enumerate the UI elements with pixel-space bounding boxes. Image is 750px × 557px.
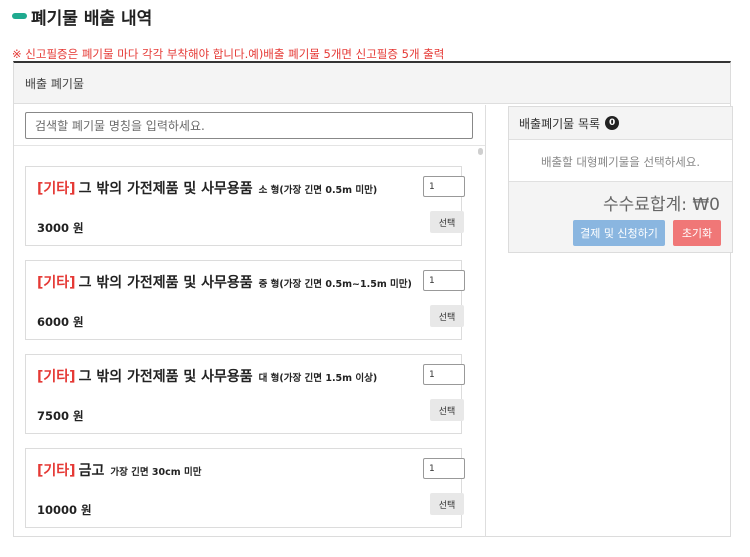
item-name: 그 밖의 가전제품 및 사무용품 [78,181,253,197]
item-title: [기타] 그 밖의 가전제품 및 사무용품 소 형(가장 긴면 0.5m 미만) [37,178,377,198]
search-bar [14,105,485,146]
notice-text: ※ 신고필증은 폐기물 마다 각각 부착해야 합니다.예)배출 폐기물 5개면 … [12,47,445,61]
title-marker-icon [12,13,27,19]
waste-item: [기타] 그 밖의 가전제품 및 사무용품 소 형(가장 긴면 0.5m 미만)… [25,166,465,246]
item-price: 7500 원 [37,409,84,423]
waste-panel: 배출 폐기물 [기타] 그 밖의 가전제품 및 사무용품 소 형(가장 긴면 0… [13,61,733,537]
item-title: [기타] 금고 가장 긴면 30cm 미만 [37,460,201,480]
waste-item: [기타] 금고 가장 긴면 30cm 미만 10000 원 선택 [25,448,465,528]
item-category: [기타] [37,181,76,197]
item-price: 10000 원 [37,503,92,517]
item-size: 중 형(가장 긴면 0.5m~1.5m 미만) [258,279,412,290]
item-title: [기타] 그 밖의 가전제품 및 사무용품 중 형(가장 긴면 0.5m~1.5… [37,272,412,292]
select-button[interactable]: 선택 [430,305,464,327]
item-price: 6000 원 [37,315,84,329]
quantity-input[interactable] [423,364,465,385]
cart-empty-message: 배출할 대형폐기물을 선택하세요. [509,140,732,182]
page-title-row: 폐기물 배출 내역 [12,4,153,29]
item-size: 가장 긴면 30cm 미만 [110,467,202,478]
page-title: 폐기물 배출 내역 [31,8,153,29]
item-name: 금고 [78,463,105,479]
scrollbar-thumb[interactable] [478,148,483,155]
waste-item: [기타] 그 밖의 가전제품 및 사무용품 대 형(가장 긴면 1.5m 이상)… [25,354,465,434]
pay-and-apply-button[interactable]: 결제 및 신청하기 [573,220,665,246]
waste-list-column: [기타] 그 밖의 가전제품 및 사무용품 소 형(가장 긴면 0.5m 미만)… [14,105,486,537]
item-category: [기타] [37,463,76,479]
cart-footer: 수수료합계: ₩0 결제 및 신청하기 초기화 [509,182,732,252]
cart-panel: 배출폐기물 목록 0 배출할 대형폐기물을 선택하세요. 수수료합계: ₩0 결… [508,106,733,253]
select-button[interactable]: 선택 [430,211,464,233]
item-name: 그 밖의 가전제품 및 사무용품 [78,369,253,385]
select-button[interactable]: 선택 [430,399,464,421]
reset-button[interactable]: 초기화 [673,220,721,246]
waste-item-list[interactable]: [기타] 그 밖의 가전제품 및 사무용품 소 형(가장 긴면 0.5m 미만)… [14,146,485,536]
quantity-input[interactable] [423,176,465,197]
item-category: [기타] [37,369,76,385]
cart-title: 배출폐기물 목록 [519,116,601,131]
panel-heading: 배출 폐기물 [14,63,730,104]
search-input[interactable] [25,112,473,139]
item-size: 대 형(가장 긴면 1.5m 이상) [258,373,378,384]
item-size: 소 형(가장 긴면 0.5m 미만) [258,185,378,196]
item-name: 그 밖의 가전제품 및 사무용품 [78,275,253,291]
quantity-input[interactable] [423,270,465,291]
item-title: [기타] 그 밖의 가전제품 및 사무용품 대 형(가장 긴면 1.5m 이상) [37,366,377,386]
item-category: [기타] [37,275,76,291]
cart-count-badge: 0 [605,116,620,130]
select-button[interactable]: 선택 [430,493,464,515]
cart-heading: 배출폐기물 목록 0 [509,107,732,140]
quantity-input[interactable] [423,458,465,479]
waste-item: [기타] 그 밖의 가전제품 및 사무용품 중 형(가장 긴면 0.5m~1.5… [25,260,465,340]
item-price: 3000 원 [37,221,84,235]
fee-total: 수수료합계: ₩0 [603,195,720,215]
